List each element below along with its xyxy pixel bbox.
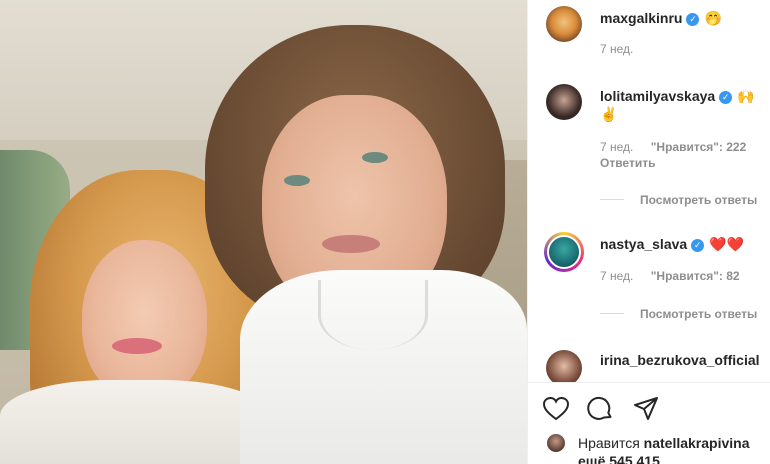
verified-badge-icon: ✓ [686, 13, 700, 26]
woman-portrait-avatar-icon [546, 350, 582, 382]
comments-panel: maxgalkinru ✓ 🤭 7 нед. lolitamilyavskaya ✓ 🙌… [527, 0, 770, 464]
divider-line [600, 199, 624, 200]
reply-button[interactable]: Ответить [600, 156, 746, 170]
woman-dark-hair-avatar-icon [546, 84, 582, 120]
divider-line [600, 313, 624, 314]
username-text[interactable]: maxgalkinru [600, 10, 682, 26]
man-lips [322, 235, 380, 253]
view-replies-label: Посмотреть ответы [640, 193, 758, 207]
comment-item: nastya_slava ✓ ❤️❤️ 7 нед. "Нравится": 82 [528, 230, 770, 300]
username-text[interactable]: nastya_slava [600, 236, 687, 252]
avatar[interactable] [544, 348, 584, 382]
shirt-collar [318, 280, 428, 350]
comment-item: irina_bezrukova_official [528, 344, 770, 382]
avatar[interactable] [544, 82, 584, 122]
comment-meta: 7 нед. "Нравится": 222 Ответить [600, 140, 746, 170]
verified-badge-icon: ✓ [719, 91, 733, 104]
view-replies-button[interactable]: Посмотреть ответы [600, 193, 757, 207]
heart-icon[interactable] [542, 395, 570, 423]
likes-prefix: Нравится [578, 435, 640, 451]
liker-username[interactable]: natellakrapivina [644, 435, 750, 451]
post-actions: Нравится natellakrapivina ещё 545 415 [528, 382, 770, 464]
username-text[interactable]: irina_bezrukova_official [600, 352, 760, 368]
cartoon-avatar-icon [546, 6, 582, 42]
liker-avatar[interactable] [546, 433, 566, 453]
post-photo[interactable] [0, 0, 527, 464]
username-text[interactable]: lolitamilyavskaya [600, 88, 715, 104]
comment-item: lolitamilyavskaya ✓ 🙌 ✌️ 7 нед. "Нравится"… [528, 78, 770, 178]
comment-text-line2: ✌️ [600, 106, 617, 123]
avatar[interactable] [544, 4, 584, 44]
woman-lips [112, 338, 162, 354]
view-replies-button[interactable]: Посмотреть ответы [600, 307, 757, 321]
view-replies-label: Посмотреть ответы [640, 307, 758, 321]
paper-plane-icon[interactable] [632, 395, 660, 423]
story-ring-avatar-icon [547, 235, 581, 269]
comment-username[interactable]: lolitamilyavskaya ✓ 🙌 [600, 88, 755, 105]
likes-text: Нравится natellakrapivina [578, 435, 750, 451]
comment-likes[interactable]: "Нравится": 222 [651, 140, 747, 154]
comment-username[interactable]: nastya_slava ✓ ❤️❤️ [600, 236, 744, 253]
woman-face [82, 240, 207, 400]
avatar[interactable] [544, 232, 584, 272]
comment-meta: 7 нед. [600, 42, 633, 56]
man-eye-left [284, 175, 310, 186]
comment-text: ✌️ [600, 106, 618, 122]
comment-username[interactable]: irina_bezrukova_official [600, 352, 760, 368]
comment-item: maxgalkinru ✓ 🤭 7 нед. [528, 0, 770, 70]
comment-time[interactable]: 7 нед. [600, 269, 633, 283]
comment-text: 🤭 [704, 10, 722, 26]
comment-username[interactable]: maxgalkinru ✓ 🤭 [600, 10, 722, 27]
comment-likes[interactable]: "Нравится": 82 [651, 269, 740, 283]
likes-count[interactable]: ещё 545 415 [578, 453, 660, 464]
likes-summary: Нравится natellakrapivina ещё 545 415 [544, 433, 770, 464]
comment-bubble-icon[interactable] [586, 395, 614, 423]
comment-time[interactable]: 7 нед. [600, 140, 633, 154]
verified-badge-icon: ✓ [691, 239, 705, 252]
woman-shirt [0, 380, 270, 464]
comment-meta: 7 нед. "Нравится": 82 [600, 269, 740, 283]
comment-time[interactable]: 7 нед. [600, 42, 633, 56]
comment-text: 🙌 [737, 88, 755, 104]
comments-list[interactable]: maxgalkinru ✓ 🤭 7 нед. lolitamilyavskaya ✓ 🙌… [528, 0, 770, 382]
man-eye-right [362, 152, 388, 163]
comment-text: ❤️❤️ [709, 236, 745, 252]
